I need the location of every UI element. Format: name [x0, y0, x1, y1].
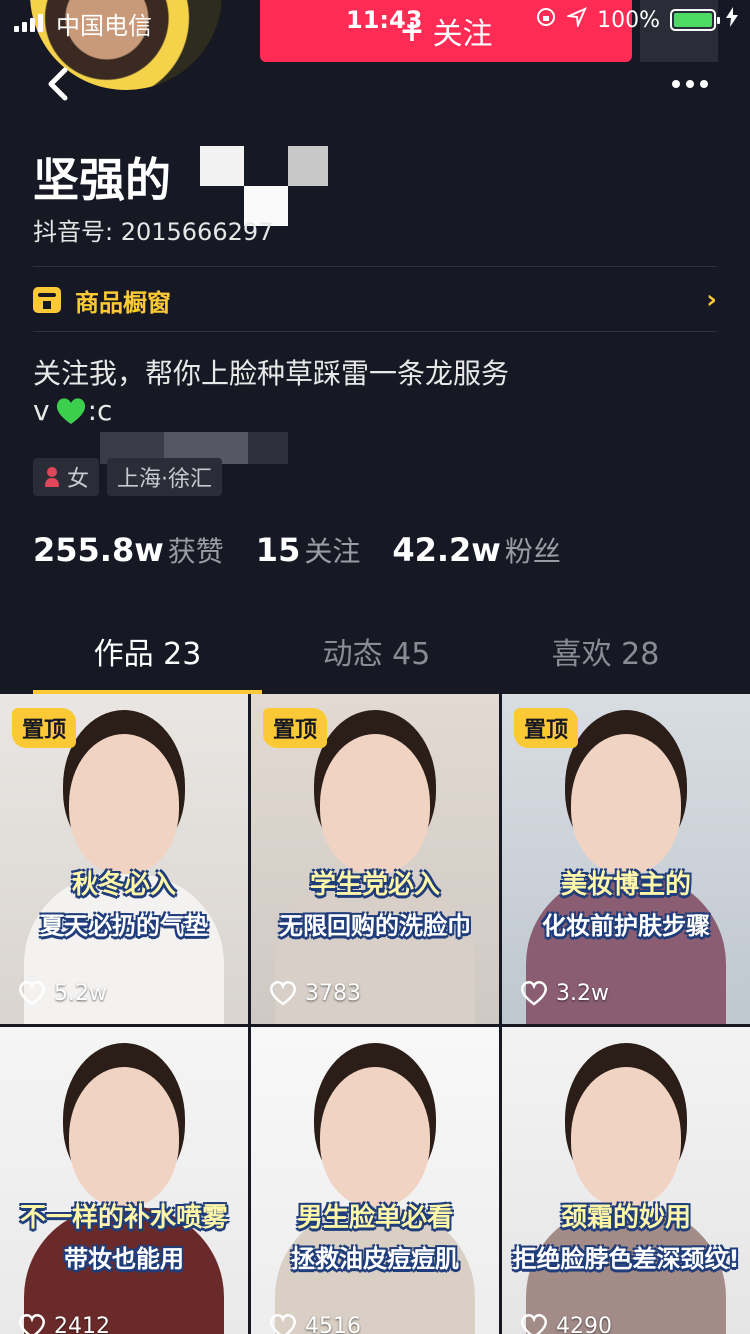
likes-count: 3783 — [305, 980, 361, 1006]
status-right: 100% — [535, 6, 738, 34]
location-icon — [565, 7, 588, 33]
video-grid: 置顶秋冬必入夏天必扔的气垫 5.2w 置顶学生党必入无限回购的洗脸巾 3783 置顶美妆… — [0, 694, 750, 1334]
showcase-label: 商品橱窗 — [75, 288, 171, 317]
profile-tags: 女 上海·徐汇 — [33, 458, 223, 496]
battery-icon — [670, 9, 720, 31]
more-button[interactable] — [662, 68, 718, 100]
tab-works[interactable]: 作品 23 — [33, 620, 262, 694]
video-caption-2: 拯救油皮痘痘肌 — [291, 1245, 459, 1273]
likes-count: 3.2w — [556, 980, 609, 1006]
video-caption-2: 夏天必扔的气垫 — [40, 912, 208, 940]
video-thumbnail[interactable]: 置顶学生党必入无限回购的洗脸巾 3783 — [251, 694, 499, 1024]
heart-icon — [521, 1314, 547, 1334]
lock-rotation-icon — [535, 6, 557, 34]
gender-tag: 女 — [33, 458, 100, 496]
back-button[interactable] — [36, 62, 80, 106]
video-caption-2: 化妆前护肤步骤 — [542, 912, 710, 940]
video-thumbnail[interactable]: 颈霜的妙用拒绝脸脖色差深颈纹! 4290 — [502, 1027, 750, 1334]
video-likes: 3783 — [269, 980, 361, 1006]
tab-likes[interactable]: 喜欢 28 — [491, 620, 720, 694]
video-caption-1: 美妆博主的 — [560, 870, 691, 900]
female-icon — [45, 467, 59, 487]
heart-icon — [19, 1314, 45, 1334]
dot-icon — [700, 80, 708, 88]
censor-mosaic — [200, 146, 244, 186]
video-likes: 3.2w — [520, 980, 609, 1006]
video-caption-2: 拒绝脸脖色差深颈纹! — [512, 1245, 740, 1273]
chevron-left-icon — [48, 67, 68, 101]
nickname: 坚强的 — [33, 153, 171, 207]
stat-number: 15 — [255, 531, 301, 569]
green-heart-icon — [56, 397, 85, 424]
dot-icon — [672, 80, 680, 88]
video-caption-1: 学生党必入 — [309, 870, 440, 900]
content-tabs: 作品 23 动态 45 喜欢 28 — [0, 620, 750, 694]
charging-icon — [726, 7, 738, 33]
heart-icon — [19, 981, 45, 1006]
video-caption-2: 带妆也能用 — [64, 1245, 184, 1273]
douyin-id: 抖音号: 2015666297 — [33, 218, 274, 246]
bio-line-2: v :c — [33, 394, 112, 427]
video-likes: 2412 — [18, 1313, 110, 1334]
status-bar: 中国电信 11:43 100% — [0, 0, 750, 44]
stat-label: 获赞 — [167, 535, 224, 568]
heart-icon — [270, 981, 296, 1006]
stat-followers[interactable]: 42.2w 粉丝 — [392, 530, 561, 570]
divider — [33, 266, 717, 267]
thumbnail-person — [320, 1067, 430, 1207]
stat-number: 42.2w — [392, 531, 501, 569]
censor-mosaic — [288, 146, 328, 186]
stat-following[interactable]: 15 关注 — [256, 530, 361, 570]
thumbnail-person — [69, 734, 179, 874]
location-label: 上海·徐汇 — [117, 467, 213, 492]
video-caption-2: 无限回购的洗脸巾 — [279, 912, 471, 940]
heart-icon — [521, 981, 547, 1006]
pinned-badge: 置顶 — [263, 708, 328, 748]
tab-moments[interactable]: 动态 45 — [262, 620, 491, 694]
clock: 11:43 — [346, 6, 423, 34]
thumbnail-person — [69, 1067, 179, 1207]
pinned-badge: 置顶 — [514, 708, 579, 748]
video-caption-1: 男生脸单必看 — [296, 1203, 453, 1233]
likes-count: 5.2w — [54, 980, 107, 1006]
thumbnail-person — [571, 734, 681, 874]
thumbnail-person — [571, 1067, 681, 1207]
location-tag: 上海·徐汇 — [107, 458, 223, 496]
signal-icon — [14, 14, 43, 32]
censor-mosaic — [248, 432, 288, 464]
pinned-badge: 置顶 — [12, 708, 77, 748]
video-thumbnail[interactable]: 不一样的补水喷雾 带妆也能用 2412 — [0, 1027, 248, 1334]
video-likes: 4290 — [520, 1313, 612, 1334]
thumbnail-person — [320, 734, 430, 874]
likes-count: 2412 — [54, 1313, 110, 1334]
video-likes: 4516 — [269, 1313, 361, 1334]
bio-suffix: :c — [87, 394, 113, 427]
video-caption-1: 秋冬必入 — [71, 870, 176, 900]
video-thumbnail[interactable]: 置顶秋冬必入夏天必扔的气垫 5.2w — [0, 694, 248, 1024]
video-thumbnail[interactable]: 置顶美妆博主的化妆前护肤步骤 3.2w — [502, 694, 750, 1024]
heart-icon — [270, 1314, 296, 1334]
video-likes: 5.2w — [18, 980, 107, 1006]
video-caption-1: 不一样的补水喷雾 — [19, 1203, 228, 1233]
carrier-label: 中国电信 — [56, 12, 152, 40]
product-showcase-link[interactable]: 商品橱窗 › — [33, 270, 717, 330]
battery-percent: 100% — [597, 7, 660, 33]
video-thumbnail[interactable]: 男生脸单必看 拯救油皮痘痘肌 4516 — [251, 1027, 499, 1334]
stat-number: 255.8w — [33, 531, 164, 569]
bio-line-1: 关注我，帮你上脸种草踩雷一条龙服务 — [33, 357, 510, 390]
profile-stats: 255.8w 获赞 15 关注 42.2w 粉丝 — [33, 530, 561, 570]
likes-count: 4516 — [305, 1313, 361, 1334]
bio-prefix: v — [33, 394, 50, 427]
stat-label: 粉丝 — [504, 535, 561, 568]
chevron-right-icon: › — [706, 285, 717, 315]
stat-likes: 255.8w 获赞 — [33, 530, 224, 570]
video-caption-1: 颈霜的妙用 — [560, 1203, 691, 1233]
shop-icon — [33, 287, 61, 313]
gender-label: 女 — [67, 467, 90, 492]
likes-count: 4290 — [556, 1313, 612, 1334]
divider — [33, 331, 717, 332]
stat-label: 关注 — [304, 535, 361, 568]
dot-icon — [686, 80, 694, 88]
